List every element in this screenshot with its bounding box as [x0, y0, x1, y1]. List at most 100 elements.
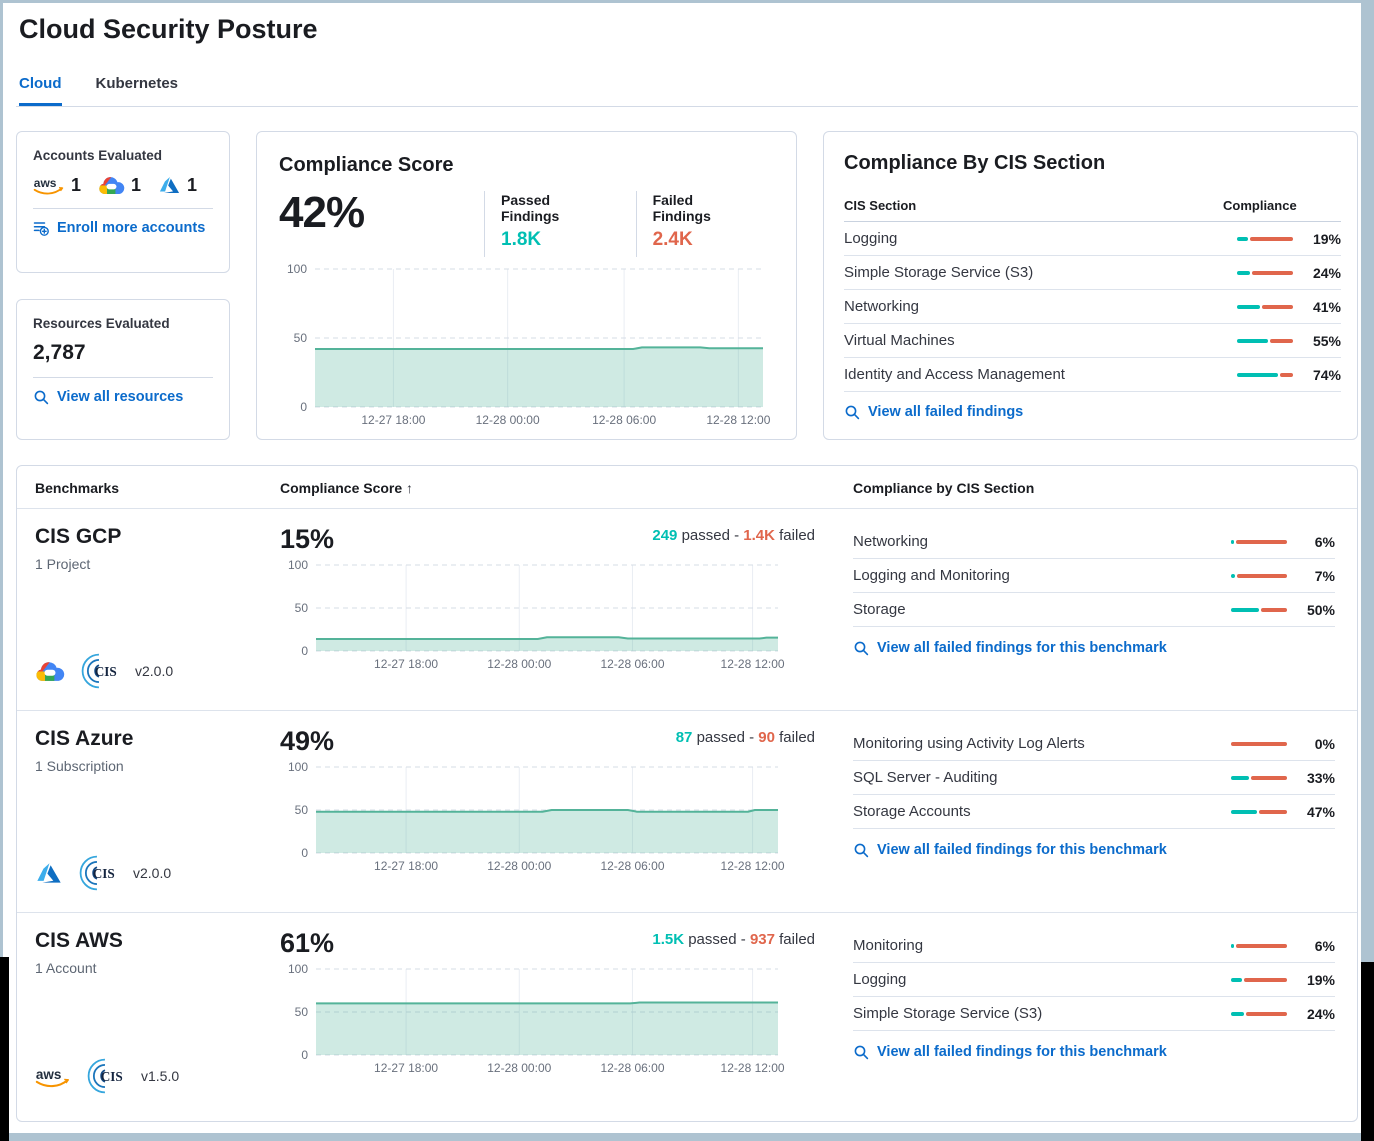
benchmark-score: 61% [280, 929, 334, 957]
benchmark-section-row[interactable]: Logging 19% [853, 963, 1335, 997]
card-divider [33, 377, 213, 378]
benchmarks-column-header: Benchmarks [35, 480, 280, 496]
page-title: Cloud Security Posture [16, 10, 1358, 61]
gcp-icon [35, 660, 65, 683]
summary-section: Accounts Evaluated 1 [16, 131, 1358, 440]
svg-text:12-27 18:00: 12-27 18:00 [374, 1061, 438, 1075]
tab-kubernetes[interactable]: Kubernetes [96, 75, 179, 106]
enroll-more-accounts-link[interactable]: Enroll more accounts [33, 220, 205, 236]
svg-text:12-28 00:00: 12-28 00:00 [487, 657, 551, 671]
cis-logo [81, 652, 119, 690]
svg-text:12-28 06:00: 12-28 06:00 [592, 413, 656, 427]
azure-count-value: 1 [187, 175, 197, 196]
benchmark-version: v1.5.0 [141, 1068, 179, 1084]
search-icon [853, 640, 869, 656]
gcp-icon [98, 175, 125, 196]
view-all-resources-link[interactable]: View all resources [33, 389, 183, 405]
scrollbar-track[interactable] [1361, 0, 1374, 962]
benchmark-name: CIS GCP [35, 525, 280, 549]
resources-evaluated-value: 2,787 [33, 341, 213, 365]
screen-background-right [1361, 962, 1374, 1141]
benchmark-trend-chart: 10050012-27 18:0012-28 00:0012-28 06:001… [280, 557, 825, 675]
view-failed-findings-benchmark-link[interactable]: View all failed findings for this benchm… [853, 640, 1167, 656]
svg-text:0: 0 [300, 400, 307, 414]
cis-section-card-title: Compliance By CIS Section [844, 152, 1341, 175]
window-border-top [0, 0, 1374, 3]
compliance-bar [1231, 978, 1287, 982]
compliance-bar [1231, 608, 1287, 612]
failed-findings-block: Failed Findings 2.4K [636, 191, 738, 257]
azure-account-count: 1 [158, 175, 197, 196]
compliance-bar [1237, 237, 1293, 241]
svg-text:50: 50 [295, 803, 309, 817]
svg-text:12-28 00:00: 12-28 00:00 [476, 413, 540, 427]
view-failed-findings-benchmark-link[interactable]: View all failed findings for this benchm… [853, 1044, 1167, 1060]
cis-section-row[interactable]: Simple Storage Service (S3) 24% [844, 256, 1341, 290]
search-icon [853, 1044, 869, 1060]
benchmark-section-row[interactable]: Monitoring 6% [853, 929, 1335, 963]
benchmark-section-row[interactable]: SQL Server - Auditing 33% [853, 761, 1335, 795]
benchmark-section-row[interactable]: Logging and Monitoring 7% [853, 559, 1335, 593]
passed-findings-value: 1.8K [501, 229, 594, 251]
compliance-bar [1231, 776, 1287, 780]
benchmark-section-row[interactable]: Storage 50% [853, 593, 1335, 627]
view-failed-findings-benchmark-link[interactable]: View all failed findings for this benchm… [853, 842, 1167, 858]
cis-section-row[interactable]: Identity and Access Management 74% [844, 358, 1341, 392]
svg-text:12-28 00:00: 12-28 00:00 [487, 1061, 551, 1075]
benchmarks-table-header: Benchmarks Compliance Score ↑ Compliance… [17, 466, 1357, 509]
accounts-evaluated-label: Accounts Evaluated [33, 148, 213, 163]
window-border-bottom [0, 1133, 1374, 1141]
app-window: Cloud Security Posture Cloud Kubernetes … [0, 0, 1374, 1141]
screen-background-left [0, 957, 9, 1141]
compliance-score-title: Compliance Score [279, 154, 780, 177]
sort-ascending-icon: ↑ [406, 480, 413, 496]
benchmark-scope: 1 Project [35, 556, 280, 572]
svg-text:12-28 12:00: 12-28 12:00 [706, 413, 770, 427]
compliance-bar [1231, 1012, 1287, 1016]
svg-text:100: 100 [288, 558, 308, 572]
svg-text:50: 50 [295, 1005, 309, 1019]
failed-findings-value: 2.4K [653, 229, 738, 251]
aws-count-value: 1 [71, 175, 81, 196]
benchmark-version: v2.0.0 [135, 663, 173, 679]
aws-account-count: 1 [33, 174, 81, 196]
svg-text:100: 100 [288, 760, 308, 774]
svg-text:0: 0 [301, 1048, 308, 1062]
cis-section-row[interactable]: Logging 19% [844, 222, 1341, 256]
compliance-bar [1237, 339, 1293, 343]
benchmark-row-cis-azure: CIS Azure 1 Subscription v2.0.0 49% 87 p… [17, 711, 1357, 913]
benchmark-scope: 1 Subscription [35, 758, 280, 774]
benchmark-section-row[interactable]: Storage Accounts 47% [853, 795, 1335, 829]
compliance-bar [1237, 373, 1293, 377]
svg-text:12-27 18:00: 12-27 18:00 [374, 859, 438, 873]
benchmark-section-row[interactable]: Networking 6% [853, 525, 1335, 559]
benchmark-name: CIS AWS [35, 929, 280, 953]
accounts-evaluated-card: Accounts Evaluated 1 [16, 131, 230, 273]
passed-findings-label: Passed Findings [501, 192, 594, 224]
benchmarks-table: Benchmarks Compliance Score ↑ Compliance… [16, 465, 1358, 1122]
compliance-score-summary: 42% Passed Findings 1.8K Failed Findings… [279, 191, 780, 257]
benchmark-trend-chart: 10050012-27 18:0012-28 00:0012-28 06:001… [280, 961, 825, 1079]
overall-compliance-score: 42% [279, 191, 484, 235]
azure-icon [35, 861, 63, 885]
gcp-account-count: 1 [98, 175, 141, 196]
cis-logo [79, 854, 117, 892]
cis-table-header: CIS Section Compliance [844, 189, 1341, 222]
compliance-score-column-header[interactable]: Compliance Score ↑ [280, 480, 825, 496]
benchmark-section-row[interactable]: Simple Storage Service (S3) 24% [853, 997, 1335, 1031]
cis-section-row[interactable]: Virtual Machines 55% [844, 324, 1341, 358]
benchmark-score: 49% [280, 727, 334, 755]
failed-findings-label: Failed Findings [653, 192, 738, 224]
compliance-bar [1231, 944, 1287, 948]
window-border-left [0, 0, 3, 957]
view-all-failed-findings-link[interactable]: View all failed findings [844, 404, 1023, 420]
benchmark-section-row[interactable]: Monitoring using Activity Log Alerts 0% [853, 727, 1335, 761]
cis-section-row[interactable]: Networking 41% [844, 290, 1341, 324]
tab-cloud[interactable]: Cloud [19, 75, 62, 106]
benchmark-version: v2.0.0 [133, 865, 171, 881]
account-provider-counts: 1 [33, 174, 213, 196]
compliance-by-cis-section-card: Compliance By CIS Section CIS Section Co… [823, 131, 1358, 440]
cis-logo [87, 1057, 125, 1095]
cis-section-column-header: Compliance by CIS Section [825, 480, 1339, 496]
svg-text:12-28 12:00: 12-28 12:00 [721, 657, 785, 671]
